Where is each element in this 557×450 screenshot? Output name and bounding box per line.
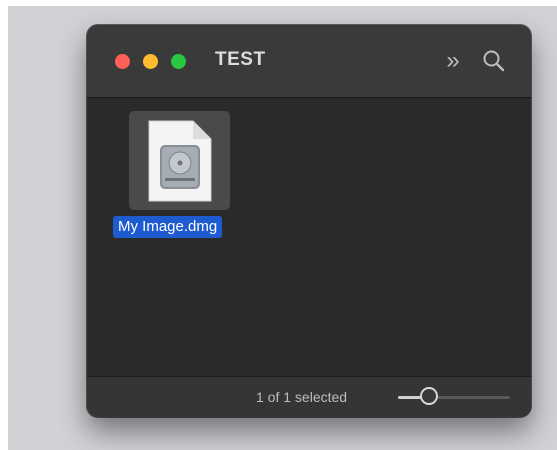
selection-status-text: 1 of 1 selected: [256, 389, 348, 405]
window-title: TEST: [215, 49, 266, 70]
window-titlebar[interactable]: TEST »: [87, 25, 531, 98]
file-item-my-image-dmg[interactable]: My Image.dmg: [111, 111, 251, 241]
file-browser-area[interactable]: My Image.dmg: [87, 98, 531, 377]
minimize-button[interactable]: [143, 54, 158, 69]
search-button[interactable]: [479, 46, 509, 76]
zoom-button[interactable]: [171, 54, 186, 69]
slider-knob[interactable]: [420, 387, 439, 405]
file-icon-selection-highlight: [129, 111, 230, 210]
toolbar-overflow-button[interactable]: »: [439, 47, 467, 75]
close-button[interactable]: [115, 54, 130, 69]
icon-size-slider[interactable]: [398, 386, 514, 408]
finder-window: TEST » My Image.dmg 1 of 1 selected: [87, 25, 531, 417]
disk-image-icon: [148, 120, 212, 202]
search-icon: [483, 50, 505, 72]
file-name-label[interactable]: My Image.dmg: [113, 216, 223, 238]
status-bar: 1 of 1 selected: [87, 376, 531, 417]
chevron-double-right-icon: »: [446, 47, 460, 74]
